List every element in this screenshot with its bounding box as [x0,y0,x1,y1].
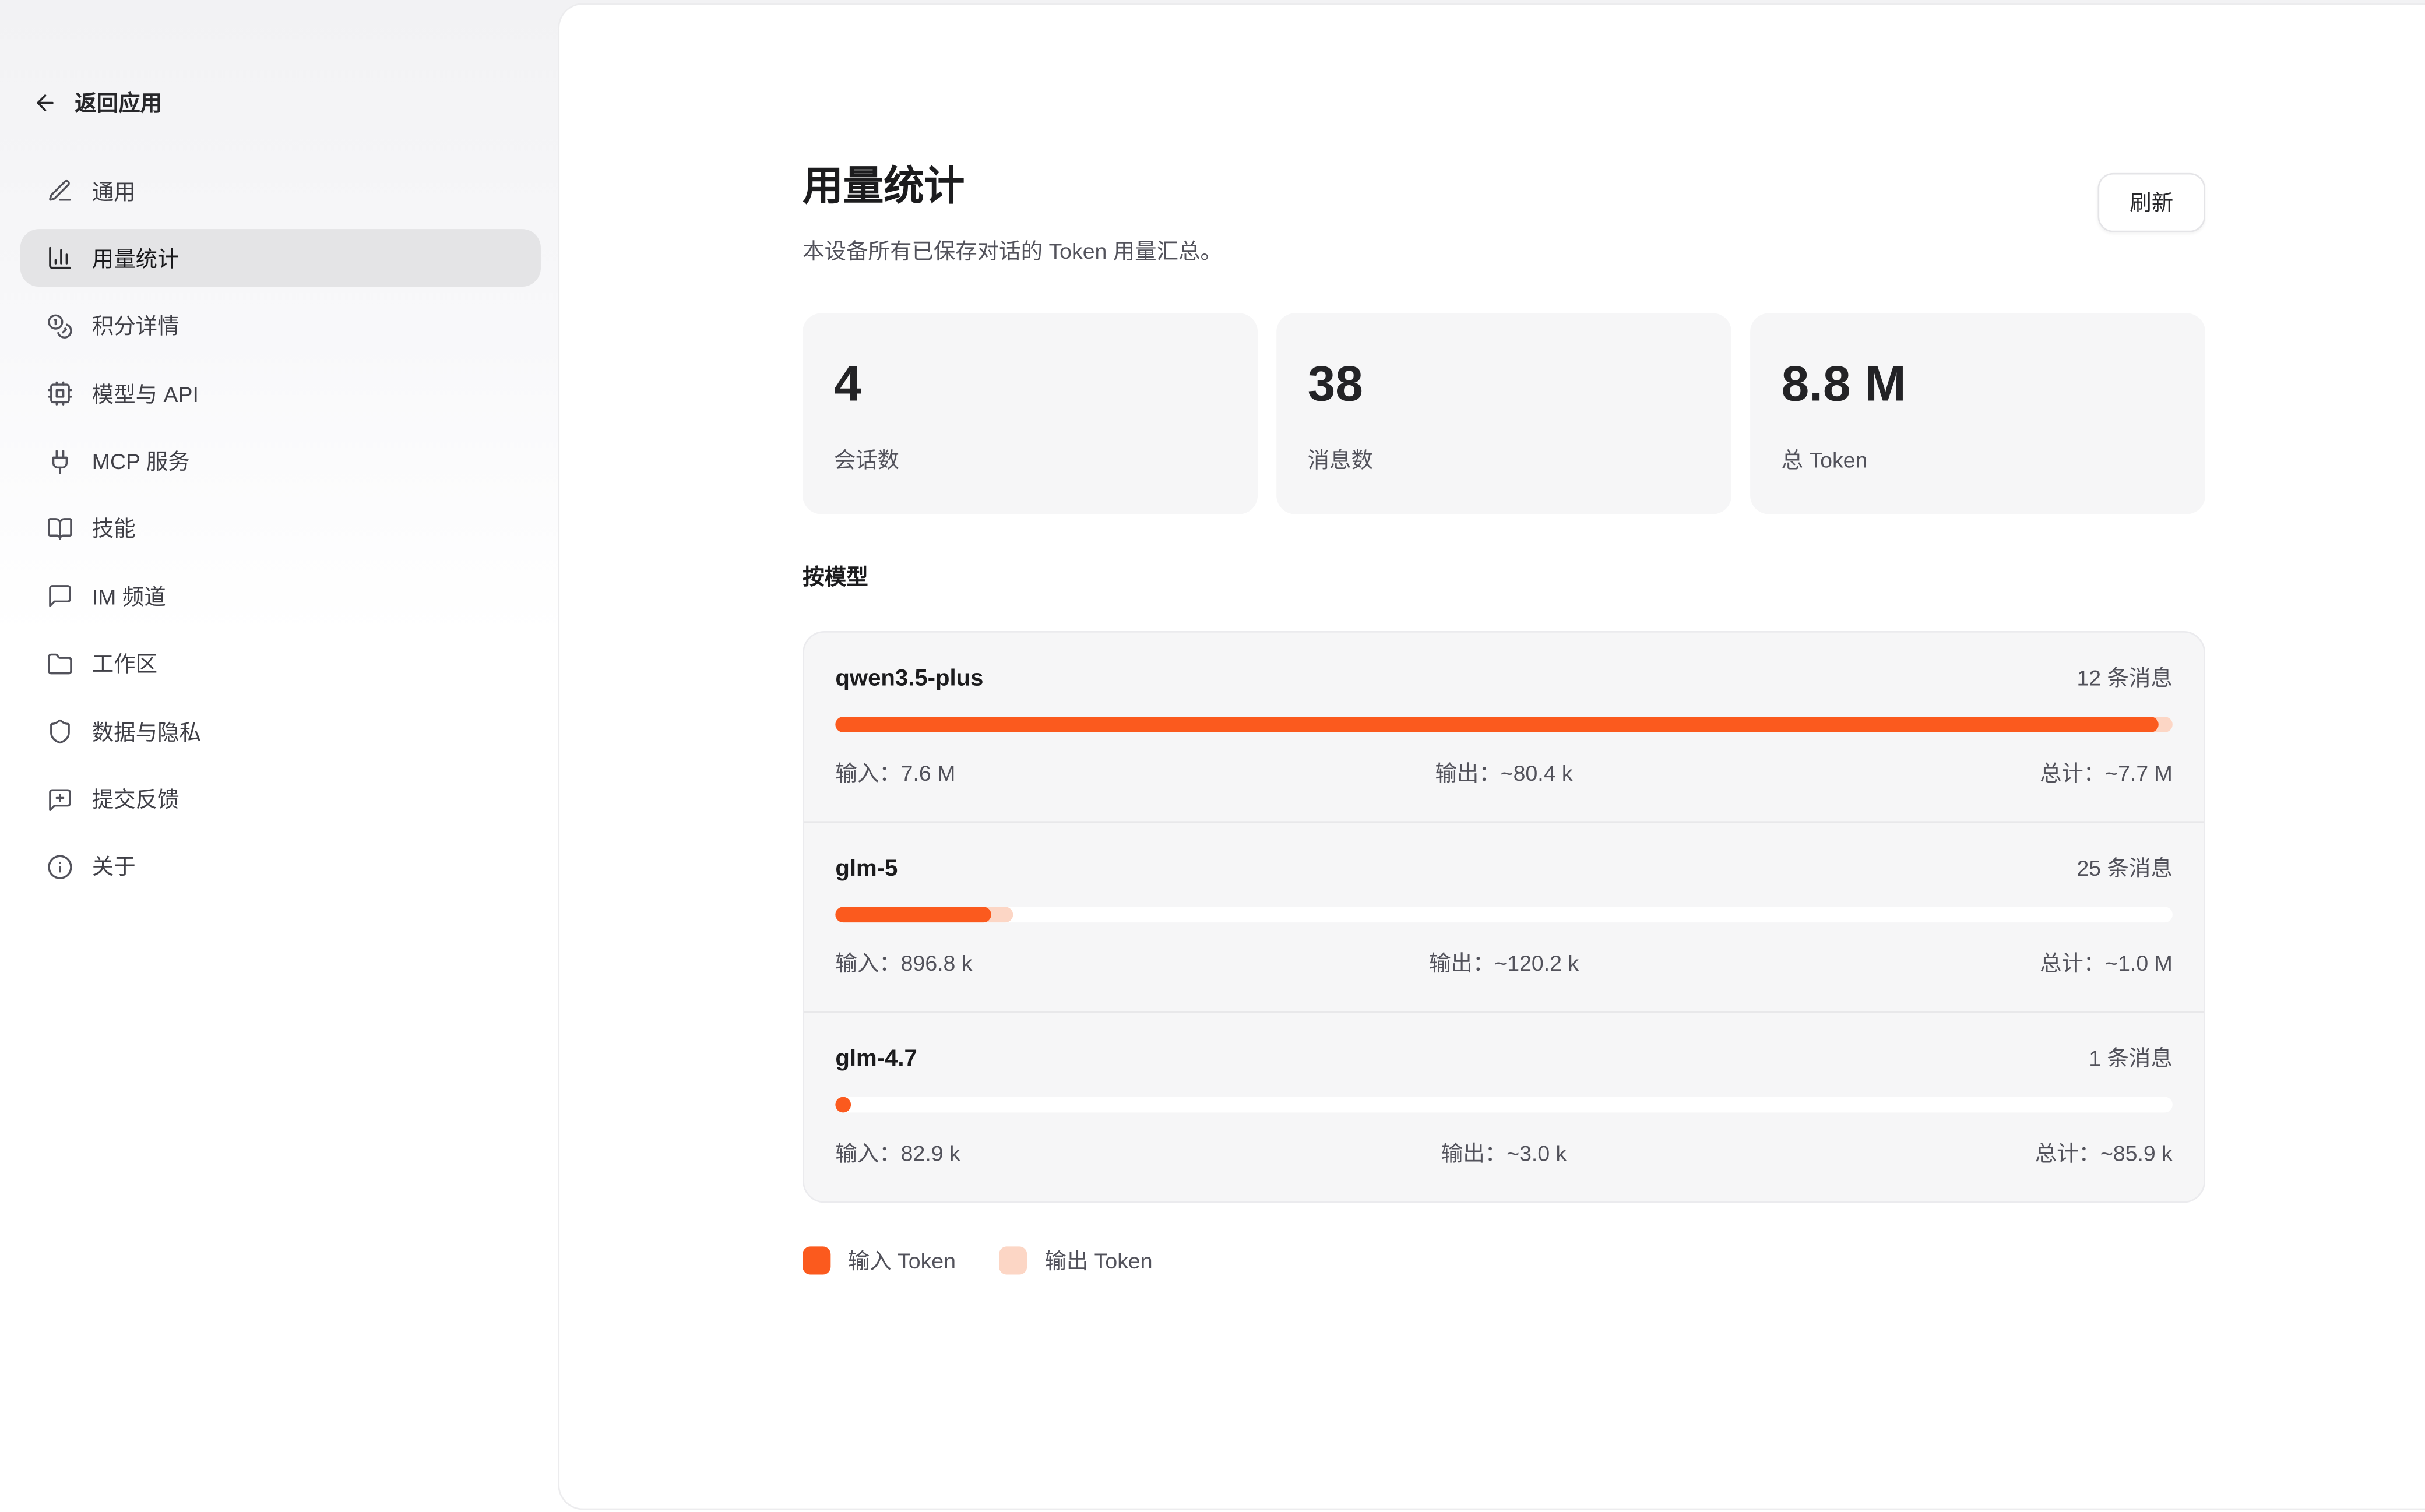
settings-sidebar: 返回应用 通用 用量统计 积分详情 [0,0,558,1512]
sidebar-item-label: 技能 [92,513,136,544]
sidebar-item-general[interactable]: 通用 [20,162,541,220]
sidebar-item-label: 提交反馈 [92,784,180,815]
model-row-glm-4.7: glm-4.7 1 条消息 输入：82.9 k 输出：~3.0 k 总计：~85… [804,1011,2204,1201]
total-tokens: 总计：~85.9 k [1727,1138,2173,1169]
model-name: glm-4.7 [835,1045,917,1072]
output-tokens: 输出：~80.4 k [1281,757,1727,788]
coins-icon [47,313,73,339]
sidebar-item-label: 工作区 [92,648,157,679]
sidebar-item-label: IM 频道 [92,581,166,612]
stat-card-messages: 38 消息数 [1276,313,1731,514]
token-usage-bar [835,1097,2172,1113]
output-tokens: 输出：~120.2 k [1281,947,1727,978]
token-usage-bar [835,717,2172,733]
stat-label: 会话数 [834,444,1227,475]
book-open-icon [47,516,73,542]
folder-icon [47,651,73,677]
sidebar-item-skills[interactable]: 技能 [20,500,541,558]
sidebar-item-about[interactable]: 关于 [20,838,541,896]
message-plus-icon [47,786,73,812]
main-panel: 刷新 用量统计 本设备所有已保存对话的 Token 用量汇总。 4 会话数 38… [558,3,2425,1509]
refresh-button[interactable]: 刷新 [2097,173,2205,232]
legend-input-token: 输入 Token [803,1245,956,1276]
arrow-left-icon [33,90,58,115]
sidebar-nav: 通用 用量统计 积分详情 模型与 API [20,162,541,905]
model-message-count: 25 条消息 [2076,852,2172,883]
page-title: 用量统计 [803,162,2205,210]
token-usage-bar [835,907,2172,923]
sidebar-item-data-privacy[interactable]: 数据与隐私 [20,703,541,760]
sidebar-item-label: 关于 [92,851,136,882]
stat-label: 消息数 [1308,444,1701,475]
bar-chart-icon [47,245,73,272]
back-to-app-button[interactable]: 返回应用 [33,87,162,118]
output-token-swatch [999,1247,1027,1275]
model-name: glm-5 [835,855,898,881]
stat-value: 4 [834,355,1227,413]
legend-output-token: 输出 Token [999,1245,1153,1276]
stat-value: 38 [1308,355,1701,413]
input-tokens: 输入：896.8 k [835,947,1281,978]
model-row-glm-5: glm-5 25 条消息 输入：896.8 k 输出：~120.2 k 总计：~… [804,822,2204,1011]
input-token-segment [835,907,991,923]
legend-label: 输入 Token [848,1245,956,1276]
total-tokens: 总计：~1.0 M [1727,947,2173,978]
sidebar-item-label: MCP 服务 [92,446,190,477]
sidebar-item-im-channels[interactable]: IM 频道 [20,568,541,625]
model-row-qwen3.5-plus: qwen3.5-plus 12 条消息 输入：7.6 M 输出：~80.4 k … [804,633,2204,822]
sidebar-item-feedback[interactable]: 提交反馈 [20,770,541,828]
sidebar-item-mcp[interactable]: MCP 服务 [20,432,541,490]
page-subtitle: 本设备所有已保存对话的 Token 用量汇总。 [803,235,2205,266]
sidebar-item-label: 积分详情 [92,311,180,341]
output-tokens: 输出：~3.0 k [1281,1138,1727,1169]
sidebar-item-models-api[interactable]: 模型与 API [20,365,541,422]
info-icon [47,854,73,880]
plug-icon [47,448,73,474]
input-token-swatch [803,1247,830,1275]
stats-row: 4 会话数 38 消息数 8.8 M 总 Token [803,313,2205,514]
input-token-segment [835,1097,851,1113]
legend-label: 输出 Token [1044,1245,1152,1276]
stat-value: 8.8 M [1782,355,2174,413]
sidebar-item-label: 模型与 API [92,378,199,409]
model-message-count: 12 条消息 [2076,662,2172,693]
stat-card-total-tokens: 8.8 M 总 Token [1750,313,2205,514]
stat-label: 总 Token [1782,444,2174,475]
sidebar-item-workspace[interactable]: 工作区 [20,635,541,693]
sidebar-item-label: 数据与隐私 [92,716,201,747]
input-tokens: 输入：82.9 k [835,1138,1281,1169]
app-window: 返回应用 通用 用量统计 积分详情 [0,0,2425,1512]
sidebar-item-label: 用量统计 [92,243,180,274]
sidebar-item-label: 通用 [92,175,136,206]
sidebar-item-credits[interactable]: 积分详情 [20,297,541,355]
total-tokens: 总计：~7.7 M [1727,757,2173,788]
pencil-icon [47,178,73,204]
model-message-count: 1 条消息 [2089,1043,2173,1074]
cpu-icon [47,380,73,407]
sidebar-item-usage-stats[interactable]: 用量统计 [20,230,541,287]
model-name: qwen3.5-plus [835,665,983,691]
by-model-heading: 按模型 [803,561,2205,592]
stat-card-sessions: 4 会话数 [803,313,1258,514]
input-token-segment [835,717,2157,733]
message-square-icon [47,583,73,609]
legend: 输入 Token 输出 Token [803,1245,2205,1276]
shield-icon [47,718,73,745]
models-card: qwen3.5-plus 12 条消息 输入：7.6 M 输出：~80.4 k … [803,632,2205,1203]
usage-stats-page: 刷新 用量统计 本设备所有已保存对话的 Token 用量汇总。 4 会话数 38… [803,5,2205,1277]
back-to-app-label: 返回应用 [75,87,162,118]
input-tokens: 输入：7.6 M [835,757,1281,788]
